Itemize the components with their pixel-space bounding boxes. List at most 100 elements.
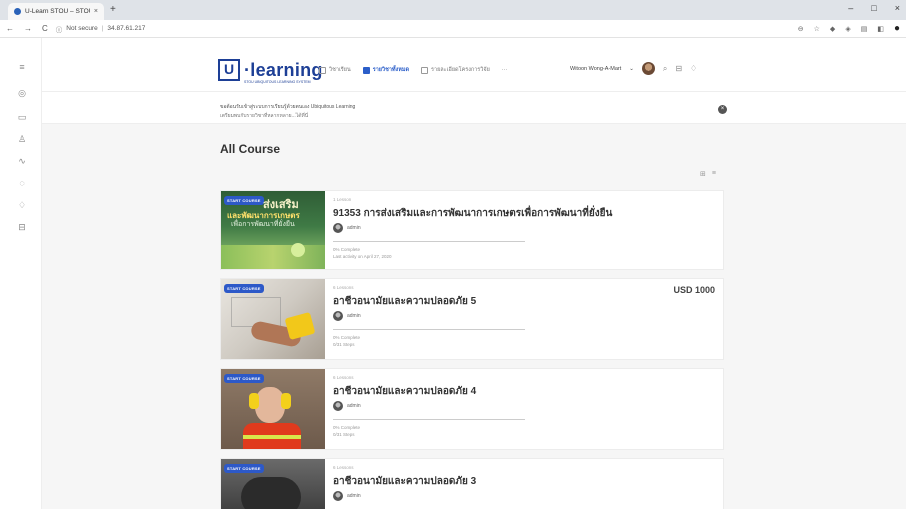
courses-icon bbox=[362, 66, 370, 74]
author-name: admin bbox=[347, 225, 361, 231]
new-tab-button[interactable]: + bbox=[110, 4, 116, 15]
course-author: admin bbox=[333, 223, 361, 233]
browser-tab-bar: U-Learn STOU – STOU × + – □ × bbox=[0, 0, 906, 20]
course-card[interactable]: START COURSE 6 Lessons อาชีวอนามัยและควา… bbox=[220, 458, 724, 509]
grid-view-icon[interactable]: ⊞ bbox=[700, 170, 706, 178]
menu-item-my-courses[interactable]: วิชาเรียน bbox=[319, 66, 351, 74]
avatar bbox=[333, 223, 343, 233]
extension-icon[interactable]: ◧ bbox=[877, 25, 884, 33]
course-author: admin bbox=[333, 401, 361, 411]
view-toggle: ⊞ ≡ bbox=[700, 170, 716, 178]
avatar bbox=[333, 311, 343, 321]
cart-icon[interactable]: ⊟ bbox=[17, 222, 27, 232]
site-favicon-icon bbox=[14, 8, 21, 15]
address-bar[interactable]: ⓘ Not secure | 34.87.61.217 bbox=[56, 24, 146, 34]
course-thumbnail[interactable]: START COURSE bbox=[221, 459, 325, 509]
course-author: admin bbox=[333, 491, 361, 501]
course-thumbnail[interactable]: START COURSE bbox=[221, 369, 325, 449]
extension-icon[interactable]: ◆ bbox=[830, 25, 835, 33]
ear-muff-illustration bbox=[281, 393, 291, 409]
main-menu: วิชาเรียน รายวิชาทั้งหมด รายละเอียดโครงก… bbox=[319, 66, 507, 74]
course-thumbnail[interactable]: START COURSE bbox=[221, 279, 325, 359]
bell-icon[interactable]: ♢ bbox=[690, 64, 697, 73]
progress-bar bbox=[333, 241, 525, 242]
notification-icon[interactable]: ♢ bbox=[17, 200, 27, 210]
page-title: All Course bbox=[220, 142, 281, 156]
cart-icon[interactable]: ⊟ bbox=[675, 64, 682, 73]
start-course-badge[interactable]: START COURSE bbox=[224, 464, 264, 473]
close-window-button[interactable]: × bbox=[895, 3, 900, 13]
course-author: admin bbox=[333, 311, 361, 321]
avatar[interactable] bbox=[641, 62, 655, 75]
author-name: admin bbox=[347, 313, 361, 319]
back-arrow-icon[interactable]: ← bbox=[6, 24, 14, 33]
course-title[interactable]: อาชีวอนามัยและความปลอดภัย 3 bbox=[333, 474, 476, 489]
progress-bar bbox=[333, 329, 525, 330]
course-card[interactable]: START COURSE 6 Lessons อาชีวอนามัยและควา… bbox=[220, 368, 724, 450]
lesson-count: 1 Lesson bbox=[333, 197, 352, 202]
minimize-button[interactable]: – bbox=[848, 3, 853, 13]
chevron-down-icon[interactable]: ⌄ bbox=[629, 66, 634, 72]
menu-item-research[interactable]: รายละเอียดโครงการวิจัย bbox=[421, 66, 490, 74]
ear-muff-illustration bbox=[249, 393, 259, 409]
steps-text: 0/31 Steps bbox=[333, 432, 355, 437]
profile-icon[interactable]: ● bbox=[894, 23, 900, 34]
course-title[interactable]: อาชีวอนามัยและความปลอดภัย 4 bbox=[333, 384, 476, 399]
courses-icon bbox=[319, 66, 326, 74]
maximize-button[interactable]: □ bbox=[871, 3, 876, 13]
course-card[interactable]: START COURSE 6 Lessons อาชีวอนามัยและควา… bbox=[220, 278, 724, 360]
reflective-stripe bbox=[243, 435, 301, 439]
site-header: U ·learning STOU UBIQUITOUS LEARNING SYS… bbox=[42, 38, 906, 92]
logo-word: ·learning bbox=[244, 59, 323, 80]
start-course-badge[interactable]: START COURSE bbox=[224, 284, 264, 293]
user-icon[interactable]: ♙ bbox=[17, 134, 27, 144]
sun-illustration bbox=[291, 243, 305, 257]
start-course-badge[interactable]: START COURSE bbox=[224, 196, 264, 205]
close-icon[interactable]: × bbox=[718, 105, 727, 114]
reload-icon[interactable]: C bbox=[42, 24, 48, 33]
document-icon bbox=[421, 66, 429, 74]
forward-arrow-icon[interactable]: → bbox=[24, 24, 32, 33]
menu-item-all-courses[interactable]: รายวิชาทั้งหมด bbox=[362, 66, 410, 74]
author-name: admin bbox=[347, 403, 361, 409]
start-course-badge[interactable]: START COURSE bbox=[224, 374, 264, 383]
course-thumbnail[interactable]: START COURSE ส่งเสริม และพัฒนาการเกษตร เ… bbox=[221, 191, 325, 269]
extension-icon[interactable]: ◈ bbox=[845, 25, 850, 33]
tab-title: U-Learn STOU – STOU bbox=[25, 8, 90, 15]
menu-toggle-icon[interactable]: ≡ bbox=[17, 62, 27, 72]
info-icon[interactable]: ⓘ bbox=[56, 24, 63, 34]
lesson-count: 6 Lessons bbox=[333, 465, 354, 470]
activity-icon[interactable]: ∿ bbox=[17, 156, 27, 166]
steps-text: 0/31 Steps bbox=[333, 342, 355, 347]
browser-tab[interactable]: U-Learn STOU – STOU × bbox=[8, 3, 104, 20]
notice-bar: ขอต้อนรับเข้าสู่ระบบการเรียนรู้ด้วยตนเอง… bbox=[42, 92, 906, 124]
menu-item-label: รายวิชาทั้งหมด bbox=[372, 67, 410, 73]
left-icon-rail: ≡ ◎ ▭ ♙ ∿ ◌ ♢ ⊟ bbox=[0, 38, 42, 509]
author-name: admin bbox=[347, 493, 361, 499]
thumbnail-text: เพื่อการพัฒนาที่ยั่งยืน bbox=[231, 221, 295, 228]
logo-mark: U bbox=[218, 59, 240, 81]
user-area: Witoon Wong-A-Mart ⌄ ⌕ ⊟ ♢ bbox=[570, 62, 697, 75]
course-price: USD 1000 bbox=[673, 285, 715, 295]
zoom-icon[interactable]: ⊖ bbox=[798, 25, 804, 33]
extension-icon[interactable]: ▤ bbox=[861, 25, 868, 33]
lesson-count: 6 Lessons bbox=[333, 285, 354, 290]
site-logo[interactable]: U ·learning STOU UBIQUITOUS LEARNING SYS… bbox=[218, 59, 323, 84]
message-icon[interactable]: ◌ bbox=[17, 178, 27, 188]
search-icon[interactable]: ⌕ bbox=[663, 64, 667, 74]
notice-line-2: เตรียมพบกับรายวิชาที่หลากหลาย...ได้ที่นี… bbox=[220, 113, 309, 119]
bookmark-star-icon[interactable]: ☆ bbox=[814, 25, 820, 33]
courses-icon[interactable]: ◎ bbox=[17, 88, 27, 98]
book-icon[interactable]: ▭ bbox=[17, 112, 27, 122]
course-title[interactable]: อาชีวอนามัยและความปลอดภัย 5 bbox=[333, 294, 476, 309]
user-name[interactable]: Witoon Wong-A-Mart bbox=[570, 66, 621, 72]
close-tab-icon[interactable]: × bbox=[94, 8, 98, 15]
window-controls: – □ × bbox=[848, 3, 900, 13]
last-activity-text: Last activity on April 27, 2020 bbox=[333, 254, 392, 259]
course-title[interactable]: 91353 การส่งเสริมและการพัฒนาการเกษตรเพื่… bbox=[333, 206, 612, 221]
list-view-icon[interactable]: ≡ bbox=[712, 170, 716, 178]
menu-item-more[interactable]: ··· bbox=[502, 67, 508, 73]
menu-item-label: ··· bbox=[501, 67, 508, 73]
progress-text: 0% Complete bbox=[333, 425, 361, 430]
course-card[interactable]: START COURSE ส่งเสริม และพัฒนาการเกษตร เ… bbox=[220, 190, 724, 270]
